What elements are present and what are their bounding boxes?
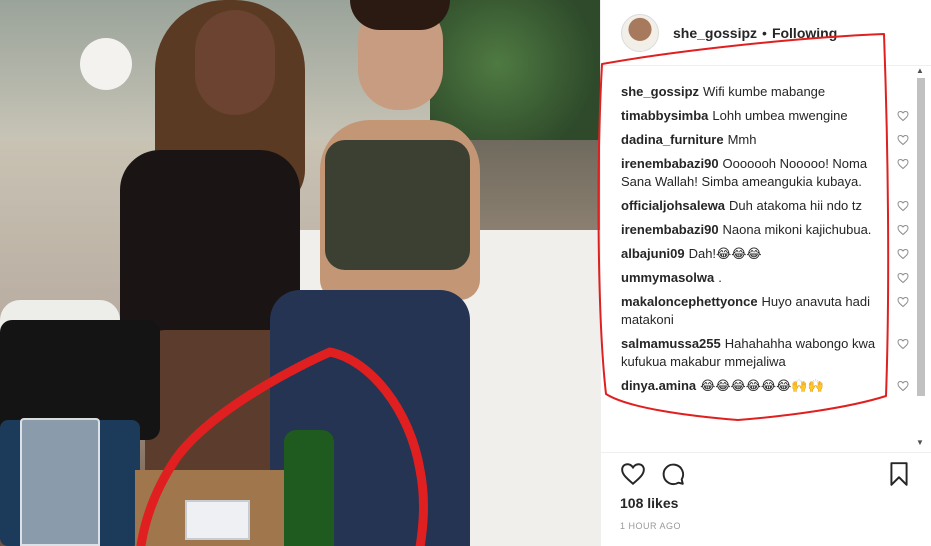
comment-text: Lohh umbea mwengine <box>712 108 848 123</box>
heart-icon[interactable] <box>897 296 909 308</box>
header-separator: • <box>762 24 767 41</box>
comment-item: dinya.amina 😂😂😂😂😂😂🙌🙌 <box>621 377 911 395</box>
comment-text: Wifi kumbe mabange <box>703 84 826 99</box>
scroll-up-icon[interactable]: ▲ <box>916 66 924 75</box>
comment-item: dadina_furniture Mmh <box>621 131 911 149</box>
comment-username[interactable]: dadina_furniture <box>621 132 724 147</box>
woman-right-top <box>325 140 470 270</box>
woman-left-face <box>195 10 275 115</box>
heart-icon[interactable] <box>897 248 909 260</box>
comment-item: timabbysimba Lohh umbea mwengine <box>621 107 911 125</box>
bookmark-icon[interactable] <box>886 461 912 487</box>
comment-text: Dah!😂😂😂 <box>688 246 762 261</box>
heart-icon[interactable] <box>897 338 909 350</box>
drinking-glass <box>20 418 100 546</box>
comment-item: salmamussa255 Hahahahha wabongo kwa kufuk… <box>621 335 911 371</box>
comment-item: irenembabazi90 Ooooooh Nooooo! Noma Sana … <box>621 155 911 191</box>
heart-icon[interactable] <box>897 158 909 170</box>
heart-icon[interactable] <box>897 380 909 392</box>
cigarette-pack <box>185 500 250 540</box>
comment-item: she_gossipz Wifi kumbe mabange <box>621 83 911 101</box>
comment-username[interactable]: salmamussa255 <box>621 336 721 351</box>
comment-username[interactable]: timabbysimba <box>621 108 708 123</box>
comment-item: makaloncephettyonce Huyo anavuta hadi mat… <box>621 293 911 329</box>
comment-icon[interactable] <box>660 461 686 487</box>
comment-item: irenembabazi90 Naona mikoni kajichubua. <box>621 221 911 239</box>
comments-list: she_gossipz Wifi kumbe mabange timabbysimb… <box>621 83 911 453</box>
heart-icon[interactable] <box>897 200 909 212</box>
comment-text: 😂😂😂😂😂😂🙌🙌 <box>700 378 824 393</box>
scroll-down-icon[interactable]: ▼ <box>916 438 924 447</box>
comments-scrollbar[interactable]: ▲ ▼ <box>914 66 928 450</box>
comment-username[interactable]: irenembabazi90 <box>621 222 719 237</box>
comment-username[interactable]: dinya.amina <box>621 378 696 393</box>
likes-count[interactable]: 108 likes <box>620 495 678 511</box>
comment-text: . <box>718 270 722 285</box>
heart-icon[interactable] <box>897 224 909 236</box>
following-button[interactable]: Following <box>772 25 837 41</box>
post-actions: 108 likes 1 HOUR AGO <box>600 452 931 546</box>
comment-username[interactable]: ummymasolwa <box>621 270 714 285</box>
heart-icon[interactable] <box>897 272 909 284</box>
background-lamp <box>80 38 132 90</box>
comment-text: Naona mikoni kajichubua. <box>722 222 872 237</box>
woman-right-hair <box>350 0 450 30</box>
heart-icon[interactable] <box>897 110 909 122</box>
scroll-thumb[interactable] <box>917 78 925 396</box>
heart-icon[interactable] <box>897 134 909 146</box>
comment-item: officialjohsalewa Duh atakoma hii ndo tz <box>621 197 911 215</box>
comment-username[interactable]: officialjohsalewa <box>621 198 725 213</box>
background-pool <box>470 140 600 230</box>
comment-username[interactable]: irenembabazi90 <box>621 156 719 171</box>
beer-bottle <box>284 430 334 546</box>
header-username[interactable]: she_gossipz <box>673 25 757 41</box>
comment-username[interactable]: she_gossipz <box>621 84 699 99</box>
post-header: she_gossipz • Following <box>601 0 931 66</box>
comment-username[interactable]: albajuni09 <box>621 246 685 261</box>
comment-text: Mmh <box>727 132 757 147</box>
comment-username[interactable]: makaloncephettyonce <box>621 294 758 309</box>
post-timestamp: 1 HOUR AGO <box>620 521 682 531</box>
comment-item: ummymasolwa. <box>621 269 911 287</box>
comment-item: albajuni09 Dah!😂😂😂 <box>621 245 911 263</box>
heart-icon[interactable] <box>620 461 646 487</box>
comment-text: Duh atakoma hii ndo tz <box>729 198 863 213</box>
avatar[interactable] <box>621 13 659 52</box>
post-photo <box>0 0 600 546</box>
